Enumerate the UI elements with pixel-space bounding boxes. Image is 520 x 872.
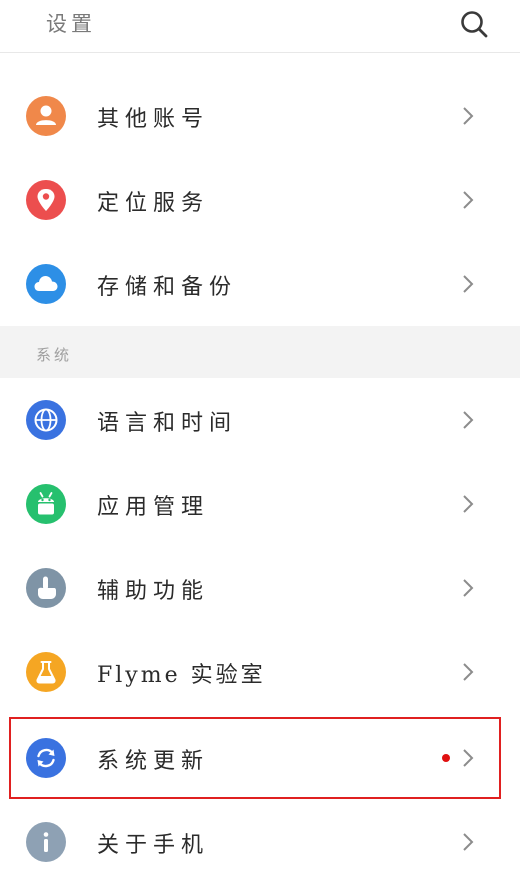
settings-item-other-accounts[interactable]: 其他账号 — [0, 74, 520, 158]
flask-icon — [26, 652, 66, 692]
settings-item-label: 定位服务 — [97, 191, 210, 216]
account-icon — [26, 96, 66, 136]
search-button[interactable] — [456, 6, 492, 42]
settings-item-app-management[interactable]: 应用管理 — [0, 462, 520, 546]
chevron-right-icon — [463, 663, 474, 681]
settings-item-label: 关于手机 — [97, 833, 210, 858]
settings-item-language-time[interactable]: 语言和时间 — [0, 378, 520, 462]
settings-item-label: 其他账号 — [97, 107, 210, 132]
highlight-annotation — [9, 717, 501, 799]
settings-item-about-phone[interactable]: 关于手机 — [0, 800, 520, 872]
chevron-right-icon — [463, 495, 474, 513]
settings-screen: 设置 其他账号 定位服务 存储和备份 系统 语言和时间 应用管理 辅助功能 Fl… — [0, 0, 520, 872]
globe-icon — [26, 400, 66, 440]
settings-item-location[interactable]: 定位服务 — [0, 158, 520, 242]
android-icon — [26, 484, 66, 524]
chevron-right-icon — [463, 833, 474, 851]
section-label: 系统 — [36, 346, 73, 364]
settings-item-flyme-lab[interactable]: Flyme 实验室 — [0, 630, 520, 714]
settings-item-label: 应用管理 — [97, 495, 210, 520]
info-icon — [26, 822, 66, 862]
chevron-right-icon — [463, 107, 474, 125]
settings-item-label: 语言和时间 — [97, 411, 238, 436]
chevron-right-icon — [463, 275, 474, 293]
settings-item-label: 辅助功能 — [97, 579, 210, 604]
settings-item-label: 存储和备份 — [97, 275, 238, 300]
section-header-system: 系统 — [0, 326, 520, 378]
page-title: 设置 — [46, 12, 96, 36]
chevron-right-icon — [463, 191, 474, 209]
cloud-icon — [26, 264, 66, 304]
settings-item-accessibility[interactable]: 辅助功能 — [0, 546, 520, 630]
location-pin-icon — [26, 180, 66, 220]
settings-item-label: Flyme 实验室 — [97, 663, 266, 688]
chevron-right-icon — [463, 579, 474, 597]
header-bar: 设置 — [0, 0, 520, 53]
chevron-right-icon — [463, 411, 474, 429]
hand-pointer-icon — [26, 568, 66, 608]
search-icon — [461, 11, 488, 38]
settings-item-storage-backup[interactable]: 存储和备份 — [0, 242, 520, 326]
